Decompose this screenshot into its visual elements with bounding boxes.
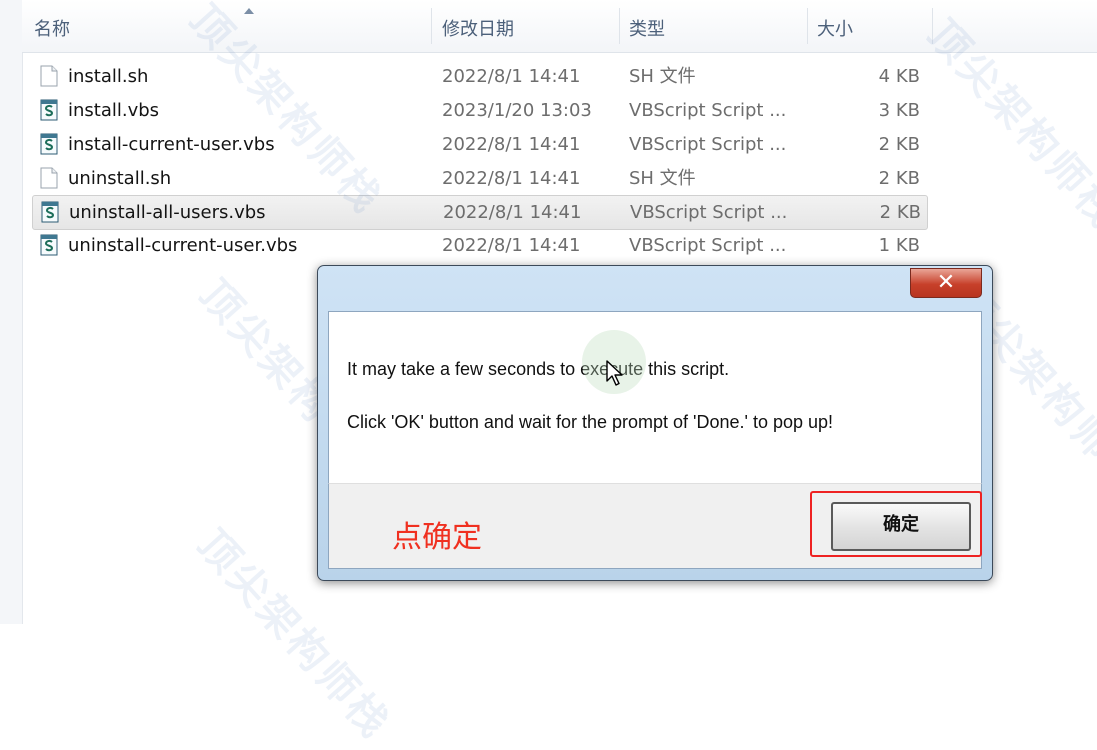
- file-row[interactable]: uninstall-current-user.vbs 2022/8/1 14:4…: [32, 229, 926, 262]
- column-name-header[interactable]: 名称: [34, 0, 70, 52]
- file-name: install.vbs: [68, 100, 160, 121]
- file-type: SH 文件: [629, 168, 696, 189]
- blank-file-icon: [40, 65, 58, 87]
- sort-ascending-icon: [244, 8, 254, 14]
- vbscript-file-icon: [40, 99, 58, 121]
- file-name: uninstall-current-user.vbs: [68, 235, 298, 256]
- file-name: uninstall-all-users.vbs: [69, 202, 266, 223]
- file-name: install.sh: [68, 66, 149, 87]
- file-row[interactable]: uninstall.sh 2022/8/1 14:41 SH 文件 2 KB: [32, 162, 926, 195]
- column-separator[interactable]: [619, 8, 620, 44]
- dialog-message-line2: Click 'OK' button and wait for the promp…: [347, 412, 834, 432]
- column-date-header[interactable]: 修改日期: [442, 0, 514, 52]
- file-date: 2023/1/20 13:03: [442, 100, 592, 121]
- column-separator[interactable]: [807, 8, 808, 44]
- file-date: 2022/8/1 14:41: [442, 134, 581, 155]
- file-row[interactable]: install-current-user.vbs 2022/8/1 14:41 …: [32, 128, 926, 161]
- close-icon[interactable]: ✕: [910, 268, 982, 298]
- file-size: 1 KB: [878, 235, 920, 256]
- file-size: 4 KB: [878, 66, 920, 87]
- column-type-header[interactable]: 类型: [629, 0, 665, 52]
- file-type: VBScript Script ...: [629, 100, 787, 121]
- column-separator[interactable]: [431, 8, 432, 44]
- file-size: 2 KB: [879, 202, 921, 223]
- navigation-pane-edge: [0, 0, 23, 624]
- vbscript-file-icon: [40, 234, 58, 256]
- file-name: install-current-user.vbs: [68, 134, 275, 155]
- file-type: VBScript Script ...: [630, 202, 788, 223]
- dialog-message-area: It may take a few seconds to execute thi…: [328, 311, 982, 484]
- file-size: 3 KB: [878, 100, 920, 121]
- file-size: 2 KB: [878, 168, 920, 189]
- file-date: 2022/8/1 14:41: [443, 202, 582, 223]
- vbscript-file-icon: [40, 133, 58, 155]
- file-name: uninstall.sh: [68, 168, 172, 189]
- mouse-cursor-icon: [606, 360, 623, 386]
- ok-button-highlight-box: [810, 491, 982, 557]
- file-type: VBScript Script ...: [629, 235, 787, 256]
- file-row[interactable]: install.sh 2022/8/1 14:41 SH 文件 4 KB: [32, 60, 926, 93]
- file-row[interactable]: install.vbs 2023/1/20 13:03 VBScript Scr…: [32, 94, 926, 127]
- file-size: 2 KB: [878, 134, 920, 155]
- blank-file-icon: [40, 167, 58, 189]
- file-type: SH 文件: [629, 66, 696, 87]
- column-size-header[interactable]: 大小: [817, 0, 853, 52]
- column-header: 名称 修改日期 类型 大小: [22, 0, 1097, 53]
- annotation-text: 点确定: [392, 520, 482, 555]
- column-separator[interactable]: [932, 8, 933, 44]
- vbscript-file-icon: [41, 201, 59, 223]
- file-date: 2022/8/1 14:41: [442, 235, 581, 256]
- file-date: 2022/8/1 14:41: [442, 66, 581, 87]
- file-date: 2022/8/1 14:41: [442, 168, 581, 189]
- file-row-selected[interactable]: uninstall-all-users.vbs 2022/8/1 14:41 V…: [32, 195, 928, 230]
- file-type: VBScript Script ...: [629, 134, 787, 155]
- dialog-message-line1: It may take a few seconds to execute thi…: [347, 359, 730, 379]
